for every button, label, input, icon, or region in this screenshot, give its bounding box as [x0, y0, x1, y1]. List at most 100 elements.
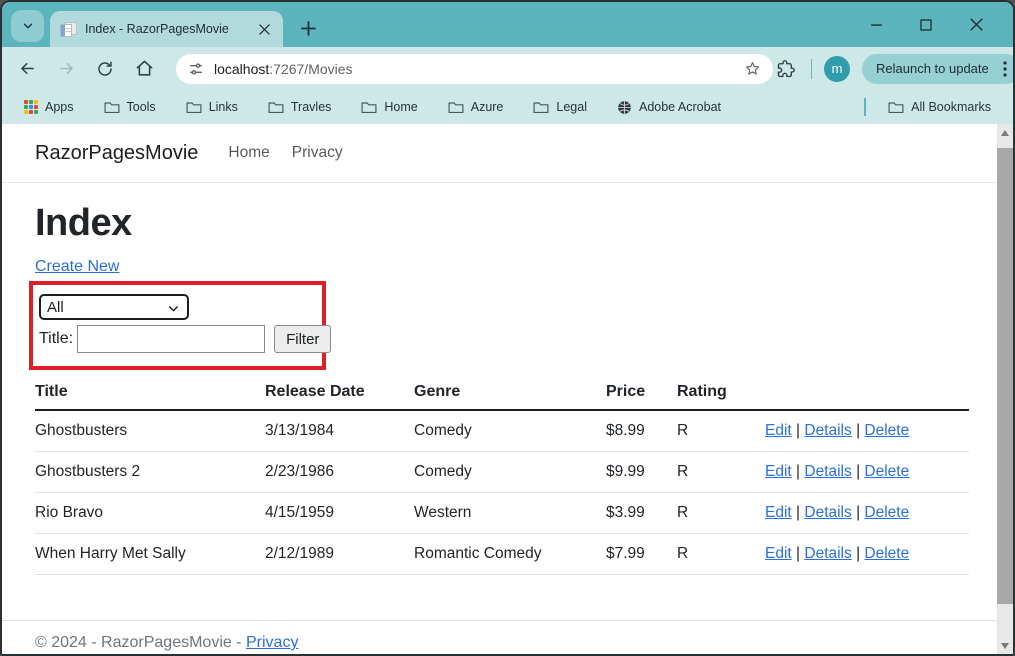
- cell-price: $3.99: [606, 492, 677, 534]
- tab-close-icon[interactable]: [255, 20, 273, 38]
- bookmark-label: Azure: [470, 100, 504, 114]
- folder-icon: [104, 100, 120, 114]
- bookmark-adobe-acrobat[interactable]: Adobe Acrobat: [609, 96, 729, 119]
- back-icon[interactable]: [14, 56, 40, 82]
- address-bar[interactable]: localhost:7267/Movies: [176, 53, 773, 84]
- delete-link[interactable]: Delete: [864, 422, 909, 439]
- header-rating: Rating: [677, 377, 765, 411]
- maximize-button[interactable]: [901, 2, 951, 47]
- edit-link[interactable]: Edit: [765, 504, 792, 521]
- table-row: Ghostbusters 2 2/23/1986 Comedy $9.99 R …: [35, 451, 969, 493]
- delete-link[interactable]: Delete: [864, 463, 909, 480]
- bookmarks-right-group: All Bookmarks: [864, 96, 999, 118]
- bookmark-travles[interactable]: Travles: [260, 96, 340, 118]
- cell-title: When Harry Met Sally: [35, 533, 265, 575]
- edit-link[interactable]: Edit: [765, 545, 792, 562]
- cell-genre: Romantic Comedy: [414, 533, 606, 575]
- details-link[interactable]: Details: [804, 545, 851, 562]
- home-icon[interactable]: [131, 56, 157, 82]
- url-text: localhost:7267/Movies: [214, 61, 734, 77]
- genre-select[interactable]: All: [39, 294, 189, 320]
- close-window-button[interactable]: [951, 2, 1001, 47]
- bookmarks-bar: Apps Tools Links Travles Home Azure Lega…: [2, 90, 1013, 124]
- site-settings-icon[interactable]: [188, 61, 204, 77]
- bookmark-legal[interactable]: Legal: [525, 96, 595, 118]
- bookmark-star-icon[interactable]: [744, 60, 761, 77]
- cell-actions: Edit | Details | Delete: [765, 451, 969, 493]
- action-separator: |: [856, 504, 861, 521]
- new-tab-button[interactable]: [293, 13, 323, 43]
- tab-favicon-icon: [60, 21, 77, 37]
- main-content: Index Create New All Title: Filter Title…: [2, 202, 997, 575]
- bookmark-tools[interactable]: Tools: [96, 96, 164, 118]
- delete-link[interactable]: Delete: [864, 504, 909, 521]
- action-separator: |: [796, 504, 801, 521]
- action-separator: |: [796, 545, 801, 562]
- page-content: RazorPagesMovie Home Privacy Index Creat…: [2, 124, 997, 654]
- browser-toolbar: localhost:7267/Movies m Relaunch to upda…: [2, 47, 1013, 90]
- scrollbar-thumb[interactable]: [997, 148, 1013, 604]
- folder-icon: [268, 100, 284, 114]
- page-viewport: RazorPagesMovie Home Privacy Index Creat…: [2, 124, 1013, 654]
- tab-search-button[interactable]: [11, 10, 44, 42]
- action-separator: |: [856, 422, 861, 439]
- footer-privacy-link[interactable]: Privacy: [246, 634, 298, 651]
- forward-icon[interactable]: [53, 56, 79, 82]
- footer-copyright: © 2024 - RazorPagesMovie -: [35, 634, 242, 651]
- scroll-up-icon[interactable]: [997, 124, 1013, 141]
- genre-select-value: All: [47, 298, 64, 316]
- extensions-icon[interactable]: [773, 56, 799, 82]
- details-link[interactable]: Details: [804, 422, 851, 439]
- cell-rating: R: [677, 451, 765, 493]
- vertical-scrollbar[interactable]: [997, 124, 1013, 654]
- header-price: Price: [606, 377, 677, 411]
- cell-release-date: 2/12/1989: [265, 533, 414, 575]
- bookmark-home[interactable]: Home: [353, 96, 425, 118]
- cell-title: Ghostbusters: [35, 410, 265, 452]
- bookmark-label: Legal: [556, 100, 587, 114]
- bookmark-label: Tools: [126, 100, 156, 114]
- edit-link[interactable]: Edit: [765, 463, 792, 480]
- cell-price: $9.99: [606, 451, 677, 493]
- bookmark-apps[interactable]: Apps: [16, 96, 82, 118]
- nav-link-privacy[interactable]: Privacy: [292, 144, 343, 162]
- relaunch-button[interactable]: Relaunch to update: [862, 53, 1013, 84]
- title-search-input[interactable]: [77, 325, 266, 353]
- cell-release-date: 2/23/1986: [265, 451, 414, 493]
- all-bookmarks-button[interactable]: All Bookmarks: [880, 96, 999, 118]
- browser-tab[interactable]: Index - RazorPagesMovie: [50, 11, 283, 47]
- edit-link[interactable]: Edit: [765, 422, 792, 439]
- nav-link-home[interactable]: Home: [228, 144, 269, 162]
- folder-icon: [361, 100, 377, 114]
- bookmark-label: Adobe Acrobat: [638, 100, 721, 114]
- minimize-button[interactable]: [851, 2, 901, 47]
- create-new-link[interactable]: Create New: [35, 258, 119, 276]
- action-separator: |: [856, 545, 861, 562]
- apps-grid-icon: [24, 100, 38, 114]
- menu-kebab-icon[interactable]: [995, 59, 1013, 79]
- table-row: When Harry Met Sally 2/12/1989 Romantic …: [35, 533, 969, 575]
- cell-price: $8.99: [606, 410, 677, 452]
- table-row: Rio Bravo 4/15/1959 Western $3.99 R Edit…: [35, 492, 969, 534]
- scroll-down-icon[interactable]: [997, 637, 1013, 654]
- title-filter-label: Title:: [39, 330, 74, 347]
- header-actions: [765, 377, 969, 411]
- reload-icon[interactable]: [92, 56, 118, 82]
- page-title: Index: [35, 202, 132, 244]
- folder-icon: [448, 100, 464, 114]
- header-title: Title: [35, 377, 265, 411]
- chevron-down-icon: [21, 19, 35, 33]
- title-filter-row: Title: Filter: [39, 325, 332, 353]
- header-genre: Genre: [414, 377, 606, 411]
- details-link[interactable]: Details: [804, 504, 851, 521]
- bookmark-links[interactable]: Links: [178, 96, 246, 118]
- url-host: localhost: [214, 60, 270, 77]
- delete-link[interactable]: Delete: [864, 545, 909, 562]
- details-link[interactable]: Details: [804, 463, 851, 480]
- profile-avatar[interactable]: m: [824, 55, 850, 82]
- filter-button[interactable]: Filter: [274, 325, 332, 353]
- site-brand[interactable]: RazorPagesMovie: [35, 142, 198, 165]
- relaunch-label: Relaunch to update: [876, 61, 989, 76]
- action-separator: |: [856, 463, 861, 480]
- bookmark-azure[interactable]: Azure: [440, 96, 512, 118]
